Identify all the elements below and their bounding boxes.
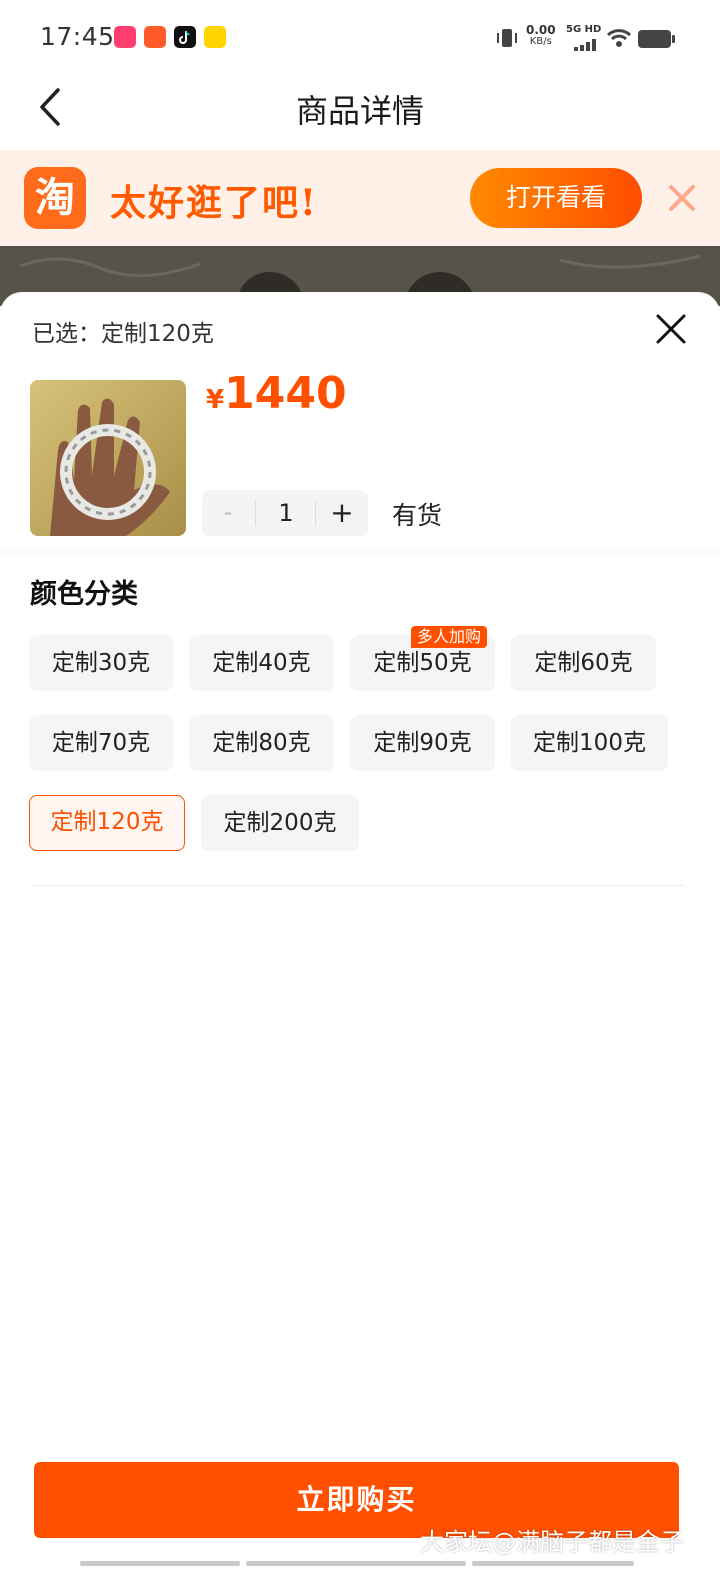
selected-sku-text: 已选：定制120克 — [32, 321, 214, 347]
home-indicator — [472, 1561, 634, 1566]
app-notification-icon — [204, 26, 226, 48]
close-icon — [656, 314, 686, 344]
sheet-close-button[interactable] — [654, 312, 688, 346]
sku-option[interactable]: 定制100克 — [511, 715, 668, 771]
tiktok-icon — [174, 26, 196, 48]
section-separator — [0, 548, 720, 558]
watermark: 大家坛@满脑子都是金子 — [420, 1528, 684, 1556]
price-value: 1440 — [224, 368, 347, 419]
sku-option[interactable]: 定制40克 — [189, 635, 334, 691]
sku-option[interactable]: 定制90克 — [350, 715, 495, 771]
quantity-increase-button[interactable]: + — [316, 490, 368, 536]
wifi-icon — [606, 27, 632, 53]
sku-option[interactable]: 定制70克 — [29, 715, 173, 771]
stepper-divider — [255, 500, 256, 526]
sku-option[interactable]: 定制60克 — [511, 635, 656, 691]
banner-slogan: 太好逛了吧! — [110, 182, 318, 224]
section-title-color: 颜色分类 — [30, 579, 138, 610]
taobao-logo: 淘 — [24, 167, 86, 229]
quantity-decrease-button[interactable]: - — [202, 490, 254, 536]
sku-option-selected[interactable]: 定制120克 — [29, 795, 185, 851]
currency-symbol: ¥ — [206, 385, 225, 415]
close-icon — [669, 185, 695, 211]
price: ¥1440 — [206, 368, 347, 419]
divider — [30, 885, 684, 886]
signal-icon — [574, 36, 598, 55]
sku-option[interactable]: 定制200克 — [201, 795, 359, 851]
quantity-input[interactable]: 1 — [258, 490, 314, 536]
page-title: 商品详情 — [295, 92, 424, 130]
open-app-button[interactable]: 打开看看 — [470, 168, 642, 228]
product-thumbnail[interactable] — [30, 380, 186, 536]
sku-option[interactable]: 定制30克 — [29, 635, 173, 691]
sku-option[interactable]: 定制80克 — [189, 715, 334, 771]
app-notification-icon — [114, 26, 136, 48]
home-indicator — [80, 1561, 240, 1566]
status-time: 17:45 — [40, 22, 115, 51]
app-notification-icon — [144, 26, 166, 48]
home-indicator — [246, 1561, 466, 1566]
network-type: 5G HD — [566, 24, 602, 35]
battery-icon — [638, 29, 676, 53]
net-speed: 0.00 KB/s — [526, 23, 556, 47]
banner-close-button[interactable] — [666, 182, 698, 214]
popular-badge: 多人加购 — [411, 626, 488, 648]
vibrate-icon — [496, 28, 518, 52]
stock-status: 有货 — [392, 501, 443, 530]
